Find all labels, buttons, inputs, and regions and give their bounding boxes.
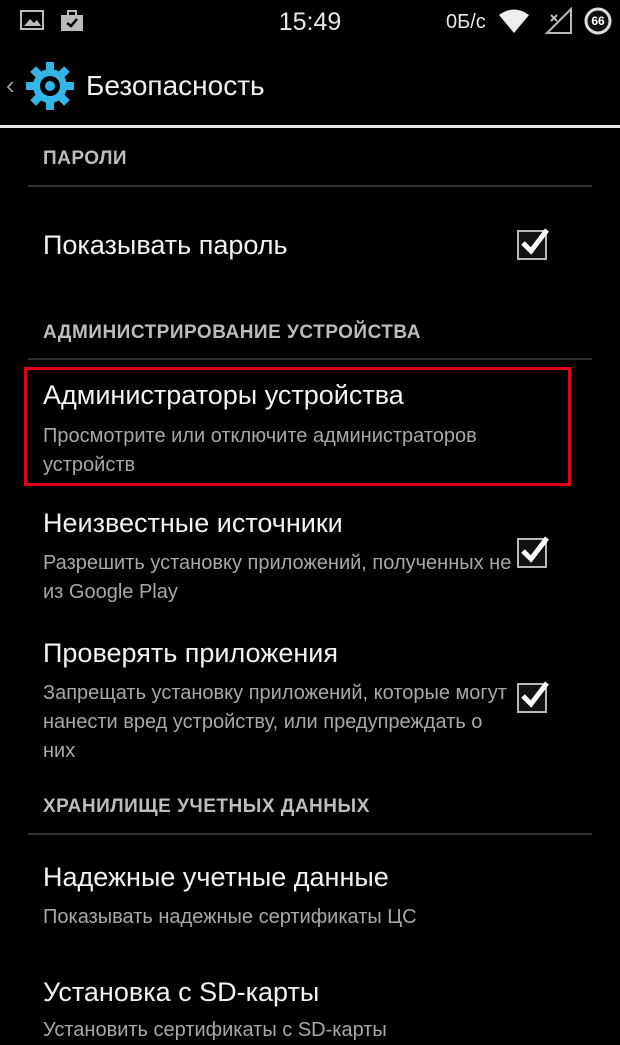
page-title: Безопасность	[86, 70, 265, 101]
wifi-icon	[498, 8, 530, 39]
unknown-sources-title: Неизвестные источники	[43, 508, 343, 538]
trusted-credentials-title: Надежные учетные данные	[43, 862, 389, 892]
network-speed: 0Б/с	[446, 11, 486, 33]
verify-apps-subtitle: Запрещать установку приложений, которые …	[43, 682, 507, 762]
trusted-credentials-subtitle: Показывать надежные сертификаты ЦС	[43, 906, 417, 928]
action-bar-divider	[0, 125, 620, 128]
battery-level: 66	[591, 14, 605, 28]
back-chevron-icon[interactable]: ‹	[6, 70, 15, 101]
install-from-sd-title: Установка с SD-карты	[43, 977, 320, 1007]
section-divider	[28, 833, 592, 835]
settings-gear-icon[interactable]	[24, 60, 76, 117]
verify-apps-checkbox[interactable]	[517, 681, 549, 713]
show-password-checkbox[interactable]	[517, 228, 549, 260]
section-divider	[28, 358, 592, 360]
unknown-sources-subtitle: Разрешить установку приложений, полученн…	[43, 552, 512, 603]
section-header-passwords: ПАРОЛИ	[43, 148, 128, 169]
battery-icon: 66	[583, 6, 613, 41]
install-from-sd-subtitle: Установить сертификаты с SD-карты	[43, 1019, 387, 1041]
unknown-sources-checkbox[interactable]	[517, 536, 549, 568]
section-divider	[28, 185, 592, 187]
section-header-device-admin: АДМИНИСТРИРОВАНИЕ УСТРОЙСТВА	[43, 322, 421, 343]
signal-icon	[544, 6, 573, 40]
highlight-box	[24, 367, 571, 486]
section-header-credential-storage: ХРАНИЛИЩЕ УЧЕТНЫХ ДАННЫХ	[43, 796, 370, 817]
verify-apps-title: Проверять приложения	[43, 638, 338, 668]
show-password-title: Показывать пароль	[43, 230, 288, 260]
status-bar: 15:49 0Б/с 66	[0, 0, 620, 45]
